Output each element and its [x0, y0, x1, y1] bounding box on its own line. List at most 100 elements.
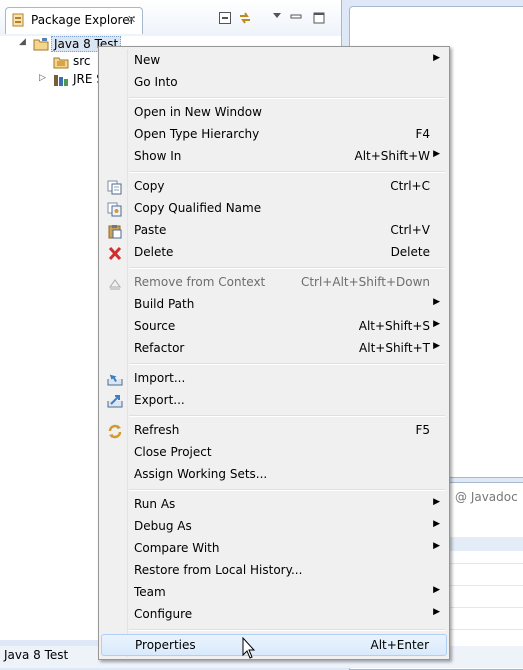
menu-item-label: Close Project [134, 445, 212, 459]
menu-item-shortcut: Alt+Shift+S [358, 319, 430, 333]
menu-item-copy-qualified-name[interactable]: Copy Qualified Name [101, 198, 447, 220]
menu-item-label: Refactor [134, 341, 185, 355]
java-project-icon [33, 38, 49, 51]
delete-icon [108, 246, 122, 261]
jre-library-icon [54, 75, 68, 86]
menu-item-refresh[interactable]: Refresh F5 [101, 420, 447, 442]
menu-item-compare-with[interactable]: Compare With ▶ [101, 538, 447, 560]
menu-item-label: Paste [134, 223, 167, 237]
menu-item-build-path[interactable]: Build Path ▶ [101, 294, 447, 316]
menu-item-remove-from-context: Remove from Context Ctrl+Alt+Shift+Down [101, 272, 447, 294]
import-icon [107, 374, 123, 386]
remove-from-context-icon [109, 279, 121, 290]
menu-item-show-in[interactable]: Show In Alt+Shift+W ▶ [101, 146, 447, 168]
paste-icon [108, 225, 122, 239]
menu-item-label: Copy [134, 179, 165, 193]
menu-item-properties[interactable]: Properties Alt+Enter [101, 634, 447, 656]
menu-item-shortcut: F5 [415, 423, 430, 437]
menu-item-label: Refresh [134, 423, 180, 437]
menu-item-label: Open in New Window [134, 105, 262, 119]
collapse-all-icon[interactable] [218, 11, 232, 25]
view-menu-icon[interactable] [270, 9, 284, 23]
maximize-icon[interactable] [312, 11, 326, 25]
menu-item-new[interactable]: New ▶ [101, 50, 447, 72]
submenu-arrow-icon: ▶ [433, 297, 440, 307]
menu-separator [129, 171, 445, 173]
submenu-arrow-icon: ▶ [433, 585, 440, 595]
menu-item-refactor[interactable]: Refactor Alt+Shift+T ▶ [101, 338, 447, 360]
menu-item-restore-from-local-history[interactable]: Restore from Local History... [101, 560, 447, 582]
collapsed-triangle-icon[interactable]: ▷ [39, 73, 46, 83]
tree-item-src-label: src [73, 54, 91, 68]
submenu-arrow-icon: ▶ [433, 149, 440, 159]
menu-item-label: New [134, 53, 161, 67]
submenu-arrow-icon: ▶ [433, 497, 440, 507]
status-text: Java 8 Test [4, 648, 69, 662]
package-explorer-icon [12, 13, 24, 27]
minimize-icon[interactable] [289, 11, 303, 25]
menu-item-shortcut: Ctrl+Alt+Shift+Down [300, 275, 430, 289]
menu-item-label: Assign Working Sets... [134, 467, 268, 481]
menu-separator [129, 489, 445, 491]
menu-item-open-in-new-window[interactable]: Open in New Window [101, 102, 447, 124]
menu-item-label: Properties [135, 638, 196, 652]
menu-separator [129, 415, 445, 417]
menu-item-assign-working-sets[interactable]: Assign Working Sets... [101, 464, 447, 486]
menu-item-shortcut: Alt+Enter [370, 638, 429, 652]
link-with-editor-icon[interactable] [238, 11, 252, 25]
menu-item-label: Open Type Hierarchy [134, 127, 260, 141]
menu-item-shortcut: Alt+Shift+W [354, 149, 431, 163]
menu-item-label: Build Path [134, 297, 195, 311]
submenu-arrow-icon: ▶ [433, 541, 440, 551]
export-icon [107, 395, 123, 408]
menu-item-delete[interactable]: Delete Delete [101, 242, 447, 264]
menu-item-shortcut: F4 [415, 127, 430, 141]
menu-separator [129, 267, 445, 269]
menu-item-shortcut: Alt+Shift+T [359, 341, 430, 355]
menu-item-shortcut: Ctrl+V [390, 223, 430, 237]
package-explorer-tabbar: Package Explorer ✕ [0, 0, 341, 36]
menu-item-label: Remove from Context [134, 275, 266, 289]
menu-item-label: Export... [134, 393, 185, 407]
menu-item-configure[interactable]: Configure ▶ [101, 604, 447, 626]
menu-item-label: Copy Qualified Name [134, 201, 262, 215]
menu-item-label: Debug As [134, 519, 192, 533]
menu-item-label: Run As [134, 497, 176, 511]
menu-item-source[interactable]: Source Alt+Shift+S ▶ [101, 316, 447, 338]
submenu-arrow-icon: ▶ [433, 607, 440, 617]
expanded-triangle-icon[interactable]: ◢ [19, 37, 26, 47]
menu-item-go-into[interactable]: Go Into [101, 72, 447, 94]
menu-item-debug-as[interactable]: Debug As ▶ [101, 516, 447, 538]
menu-item-team[interactable]: Team ▶ [101, 582, 447, 604]
menu-item-shortcut: Delete [390, 245, 430, 259]
context-menu: New ▶ Go Into Open in New Window Open Ty… [98, 46, 450, 660]
menu-separator [129, 97, 445, 99]
menu-item-open-type-hierarchy[interactable]: Open Type Hierarchy F4 [101, 124, 447, 146]
submenu-arrow-icon: ▶ [433, 319, 440, 329]
menu-item-run-as[interactable]: Run As ▶ [101, 494, 447, 516]
javadoc-tab[interactable]: @ Javadoc [455, 490, 518, 504]
copy-icon [107, 180, 122, 195]
menu-separator [129, 629, 445, 631]
menu-item-paste[interactable]: Paste Ctrl+V [101, 220, 447, 242]
mouse-pointer-icon [242, 637, 256, 659]
menu-item-import[interactable]: Import... [101, 368, 447, 390]
menu-item-label: Import... [134, 371, 186, 385]
copy-qualified-name-icon [107, 202, 122, 217]
package-explorer-tab-label: Package Explorer [31, 13, 135, 27]
menu-item-label: Go Into [134, 75, 178, 89]
close-tab-icon[interactable]: ✕ [127, 13, 136, 26]
menu-item-close-project[interactable]: Close Project [101, 442, 447, 464]
submenu-arrow-icon: ▶ [433, 519, 440, 529]
package-explorer-tab[interactable]: Package Explorer ✕ [5, 7, 143, 34]
submenu-arrow-icon: ▶ [433, 341, 440, 351]
menu-item-label: Configure [134, 607, 193, 621]
menu-item-label: Team [134, 585, 166, 599]
menu-item-export[interactable]: Export... [101, 390, 447, 412]
submenu-arrow-icon: ▶ [433, 53, 440, 63]
menu-item-label: Compare With [134, 541, 220, 555]
menu-item-label: Delete [134, 245, 174, 259]
menu-item-copy[interactable]: Copy Ctrl+C [101, 176, 447, 198]
menu-item-label: Source [134, 319, 176, 333]
menu-item-label: Restore from Local History... [134, 563, 303, 577]
